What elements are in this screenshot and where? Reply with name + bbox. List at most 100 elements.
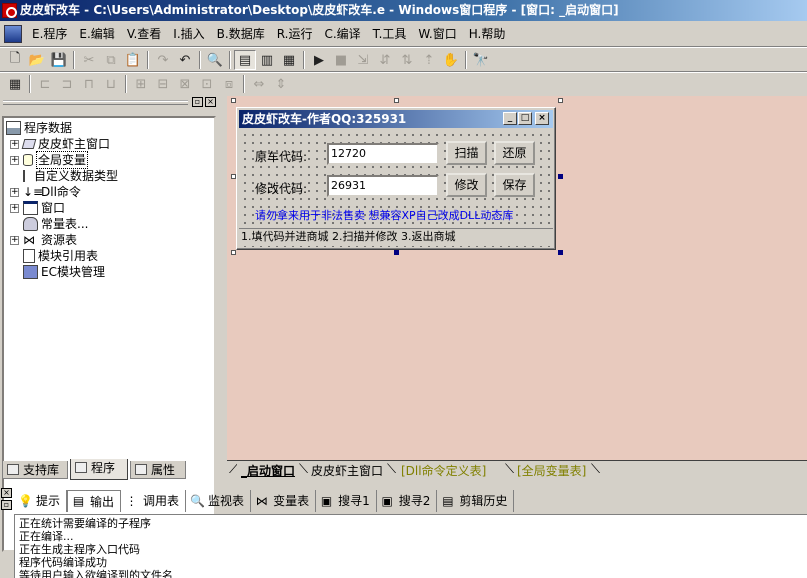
same-width-icon[interactable]: ⊠ (174, 74, 196, 94)
resize-handle[interactable] (394, 98, 399, 103)
paste-icon[interactable]: 📋 (122, 50, 144, 70)
cut-icon[interactable]: ✂ (78, 50, 100, 70)
tree-item-dll[interactable]: + ↓≡ Dll命令 (10, 184, 81, 200)
space-v-icon[interactable]: ⇕ (270, 74, 292, 94)
align-left-icon[interactable]: ⊏ (34, 74, 56, 94)
tab-watch[interactable]: 🔍 监视表 (186, 490, 252, 512)
tab-output[interactable]: ▤ 输出 (67, 490, 122, 512)
tab-startup-window[interactable]: _启动窗口 (237, 462, 300, 480)
pause-icon[interactable]: ✋ (440, 50, 462, 70)
tab-main-window[interactable]: 皮皮虾主窗口 (307, 462, 387, 480)
tree-root[interactable]: 程序数据 (6, 120, 72, 136)
expand-icon[interactable]: + (10, 203, 19, 213)
resize-handle[interactable] (558, 98, 563, 103)
menu-compile[interactable]: C.编译 (318, 24, 366, 44)
tree-item-global-vars[interactable]: + 全局变量 (10, 151, 89, 169)
form-title-bar[interactable]: 皮皮虾改车-作者QQ:325931 _ □ × (239, 110, 553, 128)
menu-run[interactable]: R.运行 (271, 24, 319, 44)
align-top-icon[interactable]: ⊓ (78, 74, 100, 94)
expand-icon[interactable]: + (10, 139, 19, 149)
tab-search2[interactable]: ▣ 搜寻2 (377, 490, 438, 512)
step-icon[interactable]: ⇲ (352, 50, 374, 70)
output-console[interactable]: 正在统计需要编译的子程序 正在编译... 正在生成主程序入口代码 程序代码编译成功 等待… (14, 514, 807, 578)
modified-code-input[interactable]: 26931 (327, 175, 439, 197)
undo-icon[interactable]: ↶ (174, 50, 196, 70)
ide-logo-icon[interactable] (4, 25, 22, 43)
expand-icon[interactable]: + (10, 155, 19, 165)
save-button[interactable]: 保存 (494, 173, 535, 197)
layout-view-3-icon[interactable]: ▦ (278, 50, 300, 70)
open-folder-icon[interactable]: 📂 (26, 50, 48, 70)
step-over-icon[interactable]: ⇅ (396, 50, 418, 70)
maximize-icon[interactable]: □ (518, 112, 532, 125)
panel-close-button[interactable]: × (205, 97, 216, 107)
menu-help[interactable]: H.帮助 (463, 24, 512, 44)
resize-handle[interactable] (231, 250, 236, 255)
layout-view-2-icon[interactable]: ▥ (256, 50, 278, 70)
layout-view-1-icon[interactable]: ▤ (234, 50, 256, 70)
find-icon[interactable]: 🔍 (204, 50, 226, 70)
tree-root-label: 程序数据 (24, 121, 73, 135)
tree-item-main-window[interactable]: + 皮皮虾主窗口 (10, 136, 110, 152)
minimize-icon[interactable]: _ (503, 112, 517, 125)
redo-icon[interactable]: ↷ (152, 50, 174, 70)
tree-item-module-refs[interactable]: 模块引用表 (23, 248, 98, 264)
stop-icon[interactable]: ■ (330, 50, 352, 70)
same-height-icon[interactable]: ⊡ (196, 74, 218, 94)
form-grid-icon[interactable]: ▦ (4, 74, 26, 94)
tree-item-custom-types[interactable]: 自定义数据类型 (23, 168, 118, 184)
tab-support-library[interactable]: 支持库 (2, 461, 68, 479)
resize-handle[interactable] (394, 250, 399, 255)
copy-icon[interactable]: ⧉ (100, 50, 122, 70)
menu-edit[interactable]: E.编辑 (73, 24, 120, 44)
run-icon[interactable]: ▶ (308, 50, 330, 70)
tree-item-constants[interactable]: 常量表... (23, 216, 88, 232)
step-into-icon[interactable]: ⇵ (374, 50, 396, 70)
close-icon[interactable]: × (535, 112, 549, 125)
tab-hint[interactable]: 💡 提示 (14, 490, 68, 512)
tab-dll-table[interactable]: [Dll命令定义表] (397, 462, 490, 480)
step-out-icon[interactable]: ⇡ (418, 50, 440, 70)
same-size-icon[interactable]: ⧈ (218, 74, 240, 94)
binoculars-icon[interactable]: 🔭 (470, 50, 492, 70)
space-h-icon[interactable]: ⇔ (248, 74, 270, 94)
resize-handle[interactable] (231, 98, 236, 103)
new-file-icon[interactable]: 🗋 (4, 50, 26, 70)
panel-restore-button[interactable]: ▫ (192, 97, 203, 107)
tab-search1[interactable]: ▣ 搜寻1 (316, 490, 377, 512)
center-h-icon[interactable]: ⊞ (130, 74, 152, 94)
scan-button[interactable]: 扫描 (446, 141, 487, 165)
tab-properties[interactable]: 属性 (130, 461, 186, 479)
menu-database[interactable]: B.数据库 (211, 24, 271, 44)
startup-form[interactable]: 皮皮虾改车-作者QQ:325931 _ □ × 原车代码: 12720 扫描 还… (236, 107, 556, 250)
panel-grip[interactable] (3, 100, 188, 105)
tab-variable[interactable]: ⋈ 变量表 (251, 490, 317, 512)
expand-icon[interactable]: + (10, 235, 19, 245)
tab-call-table[interactable]: ⋮ 调用表 (121, 490, 187, 512)
save-icon[interactable]: 💾 (48, 50, 70, 70)
modify-button[interactable]: 修改 (446, 173, 487, 197)
search2-icon: ▣ (381, 493, 393, 508)
menu-tools[interactable]: T.工具 (367, 24, 413, 44)
align-right-icon[interactable]: ⊐ (56, 74, 78, 94)
tab-global-vars[interactable]: [全局变量表] (513, 462, 590, 480)
tree-item-ec-modules[interactable]: EC模块管理 (23, 264, 105, 280)
form-status-bar: 1.填代码并进商城 2.扫描并修改 3.返出商城 (239, 228, 553, 246)
original-code-input[interactable]: 12720 (327, 143, 439, 165)
tree-item-resources[interactable]: + ⋈ 资源表 (10, 232, 77, 248)
restore-button[interactable]: 还原 (494, 141, 535, 165)
menu-program[interactable]: E.程序 (26, 24, 73, 44)
menu-view[interactable]: V.查看 (121, 24, 167, 44)
tab-clip-history[interactable]: ▤ 剪辑历史 (437, 490, 515, 512)
center-v-icon[interactable]: ⊟ (152, 74, 174, 94)
resize-handle[interactable] (558, 250, 563, 255)
menu-window[interactable]: W.窗口 (412, 24, 462, 44)
resize-handle[interactable] (558, 174, 563, 179)
window-title: 皮皮虾改车 - C:\Users\Administrator\Desktop\皮… (20, 3, 619, 17)
program-tree[interactable]: 程序数据 + 皮皮虾主窗口 + 全局变量 自定义数据类型 + ↓≡ Dll命令 … (2, 116, 216, 552)
tab-program[interactable]: 程序 (70, 459, 128, 480)
tree-item-window[interactable]: + 窗口 (10, 200, 65, 216)
expand-icon[interactable]: + (10, 187, 19, 197)
align-bottom-icon[interactable]: ⊔ (100, 74, 122, 94)
menu-insert[interactable]: I.插入 (167, 24, 210, 44)
